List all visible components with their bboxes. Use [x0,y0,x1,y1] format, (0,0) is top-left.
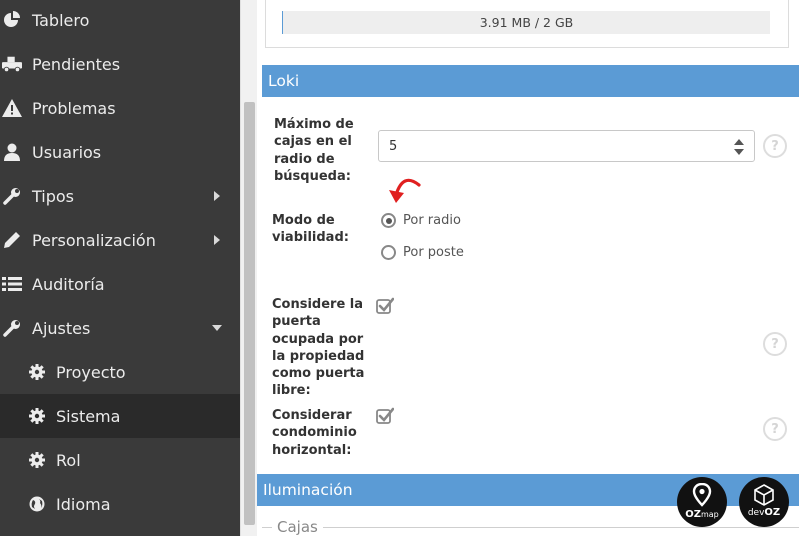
ozmap-logo[interactable]: OZmap [677,477,727,527]
warning-icon [2,98,22,118]
max-boxes-label: Máximo de cajas en el radio de búsqueda: [274,117,354,184]
sidebar-item-label: Auditoría [32,274,105,294]
sidebar-item-personalizacion[interactable]: Personalización [0,218,240,262]
section-header-loki: Loki [262,65,799,97]
chevron-down-icon [212,325,222,331]
radio-label-por-radio: Por radio [403,213,461,228]
fieldset-legend-cajas: Cajas [272,518,323,536]
sidebar-item-label: Rol [56,450,81,470]
cube-icon [754,484,774,506]
sidebar-item-label: Idioma [56,494,111,514]
list-icon [2,274,22,294]
occupied-door-label: Considere la puerta ocupada por la propi… [272,297,365,399]
sidebar-item-sistema[interactable]: Sistema [0,394,240,438]
sidebar-scrollbar[interactable] [240,0,257,536]
globe-icon [27,494,47,514]
checkbox-horizontal-condo[interactable] [376,407,394,425]
sidebar-item-ajustes[interactable]: Ajustes [0,306,240,350]
radio-por-poste[interactable] [381,245,396,260]
spin-up-icon[interactable] [734,139,744,145]
fieldset-border [262,527,799,528]
sidebar-item-label: Tablero [32,10,90,30]
sidebar-item-problemas[interactable]: Problemas [0,86,240,130]
sidebar-item-auditoria[interactable]: Auditoría [0,262,240,306]
pencil-icon [2,230,22,250]
storage-card: 3.91 MB / 2 GB [265,0,789,48]
chevron-right-icon [214,191,220,201]
sidebar-item-usuarios[interactable]: Usuarios [0,130,240,174]
sidebar-item-pendientes[interactable]: Pendientes [0,42,240,86]
help-icon[interactable]: ? [763,134,787,158]
gear-icon [27,362,47,382]
section-title: Loki [268,72,300,90]
scrollbar-thumb[interactable] [244,102,255,525]
sidebar-item-label: Tipos [32,186,75,206]
app-root: Tablero Pendientes Problemas Usuarios Ti [0,0,799,536]
sidebar-item-label: Problemas [32,98,116,118]
sidebar-item-label: Usuarios [32,142,102,162]
help-icon[interactable]: ? [763,417,787,441]
gear-icon [27,450,47,470]
spin-down-icon[interactable] [734,149,744,155]
pie-chart-icon [2,10,22,30]
storage-usage-bar: 3.91 MB / 2 GB [282,11,770,34]
section-title: Iluminación [263,481,353,499]
max-boxes-value: 5 [389,139,398,154]
sidebar-item-label: Personalización [32,230,156,250]
radio-label-por-poste: Por poste [403,245,464,260]
sidebar-item-label: Proyecto [56,362,126,382]
truck-icon [2,54,22,74]
help-icon[interactable]: ? [763,332,787,356]
horizontal-condo-label: Considerar condominio horizontal: [272,408,357,458]
sidebar-item-tablero[interactable]: Tablero [0,0,240,42]
sidebar-item-label: Ajustes [32,318,91,338]
gear-icon [27,406,47,426]
sidebar-item-label: Pendientes [32,54,121,74]
radio-por-radio[interactable] [381,213,396,228]
storage-usage-text: 3.91 MB / 2 GB [479,15,574,30]
sidebar-item-idioma[interactable]: Idioma [0,482,240,526]
map-pin-icon [692,483,712,507]
sidebar-item-tipos[interactable]: Tipos [0,174,240,218]
sidebar-item-label: Sistema [56,406,121,426]
user-icon [2,142,22,162]
sidebar-item-rol[interactable]: Rol [0,438,240,482]
annotation-arrow-icon [389,178,421,203]
wrench-icon [2,186,22,206]
chevron-right-icon [214,235,220,245]
wrench-icon [2,318,22,338]
sidebar: Tablero Pendientes Problemas Usuarios Ti [0,0,240,536]
max-boxes-input[interactable]: 5 [378,130,755,162]
main-content: 3.91 MB / 2 GB Loki Máximo de cajas en e… [257,0,799,536]
viability-mode-label: Modo de viabilidad: [272,213,349,246]
devoz-logo[interactable]: devOZ [739,477,789,527]
checkbox-occupied-door[interactable] [376,297,394,315]
sidebar-item-proyecto[interactable]: Proyecto [0,350,240,394]
